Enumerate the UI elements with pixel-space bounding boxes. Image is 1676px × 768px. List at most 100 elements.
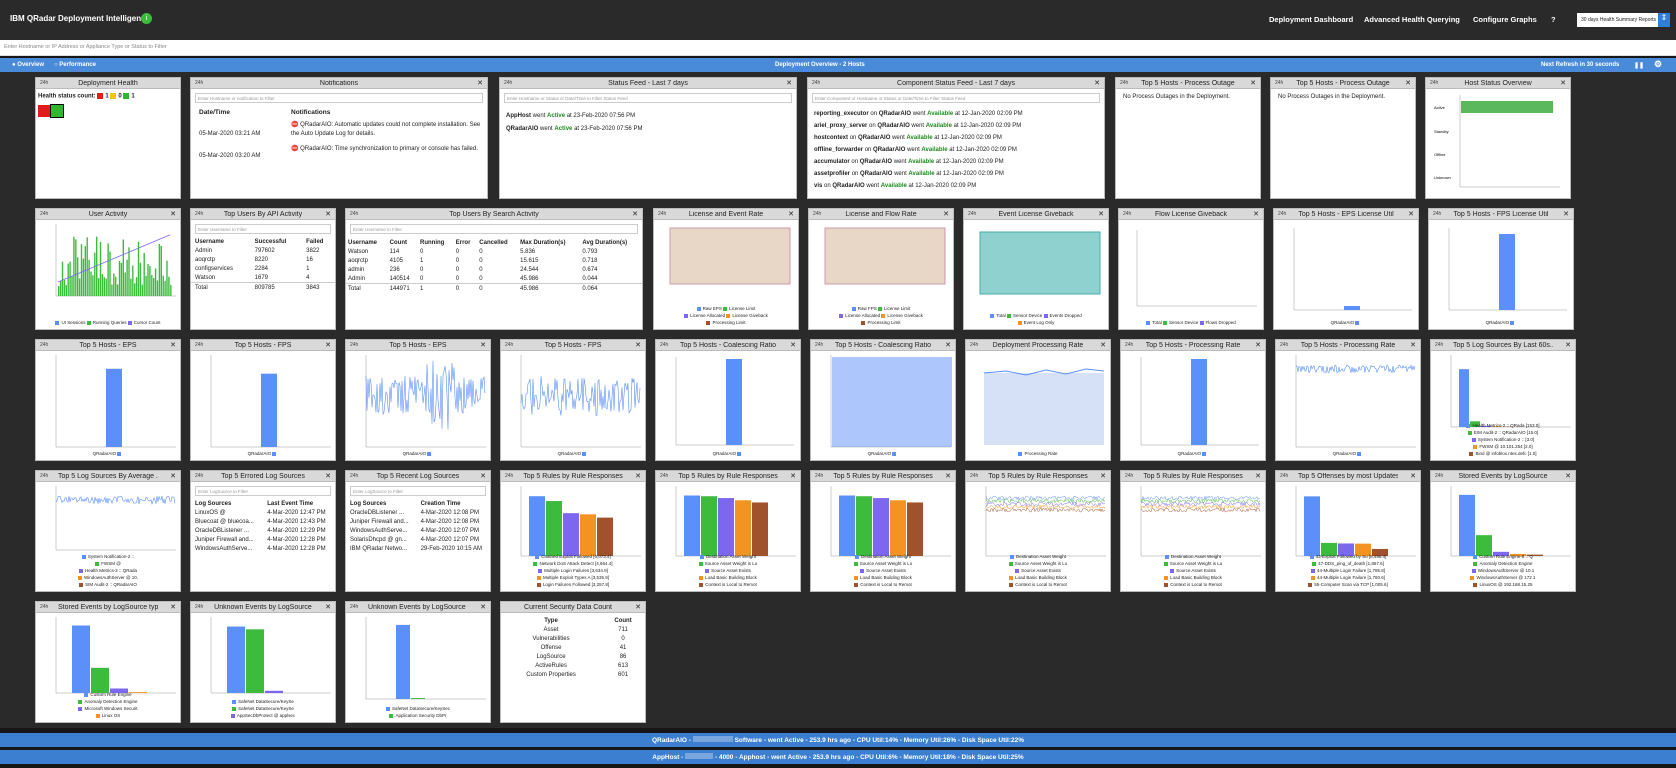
close-icon[interactable]: ✕ [1560,79,1566,87]
close-icon[interactable]: ✕ [325,341,331,349]
widget-unknown-events-type: 24h Unknown Events by LogSource t... ✕ Saf… [345,601,491,723]
close-icon[interactable]: ✕ [170,472,176,480]
nav-configure-graphs[interactable]: Configure Graphs [1473,15,1537,24]
host-health-red[interactable] [38,104,50,117]
host-filter-input[interactable]: Enter Hostname or IP Address or Applianc… [0,40,1676,56]
widget-title: Unknown Events by LogSource [214,603,312,611]
widget-process-outage-1: 24h Top 5 Hosts - Process Outage ✕ No Proc… [1115,77,1261,199]
close-icon[interactable]: ✕ [788,210,794,218]
chart-bar [907,502,923,556]
nav-advanced-health-querying[interactable]: Advanced Health Querying [1364,15,1460,24]
widget-rules-2: 24h Top 5 Rules by Rule Responses ✕ Destin… [655,470,801,592]
widget-title: Top 5 Rules by Rule Responses [678,472,778,480]
notification-filter-input[interactable]: Enter Hostname or notification to Filter [195,93,483,103]
close-icon[interactable]: ✕ [1408,210,1414,218]
recent-filter-input[interactable]: Enter LogSource to Filter [350,486,486,496]
time-range-label: 24h [195,80,204,86]
nav-deployment-dashboard[interactable]: Deployment Dashboard [1269,15,1353,24]
close-icon[interactable]: ✕ [945,472,951,480]
notification-item[interactable]: ⛔ QRadarAIO: Time synchronization to pri… [291,145,481,154]
overview-title: Deployment Overview - 2 Hosts [775,62,865,68]
close-icon[interactable]: ✕ [1253,210,1259,218]
close-icon[interactable]: ✕ [1565,341,1571,349]
close-icon[interactable]: ✕ [790,472,796,480]
host-health-green[interactable] [50,103,64,118]
close-icon[interactable]: ✕ [170,210,176,218]
notification-item[interactable]: ⛔ QRadarAIO: Automatic updates could not… [291,121,481,139]
close-icon[interactable]: ✕ [325,603,331,611]
info-icon[interactable]: i [141,13,152,24]
range-toggle-icon[interactable]: ⇕ [1658,13,1670,27]
chart-bar [1459,494,1475,556]
host-status-bar-qradaraio[interactable]: QRadarAIO - Software - went Active - 253… [0,733,1676,747]
widget-title: Top 5 Hosts - Processing Rate [1300,341,1396,349]
widget-status-feed: 24h Status Feed - Last 7 days ✕ Enter Host… [499,77,797,199]
close-icon[interactable]: ✕ [635,472,641,480]
close-icon[interactable]: ✕ [170,341,176,349]
close-icon[interactable]: ✕ [943,210,949,218]
close-icon[interactable]: ✕ [945,341,951,349]
close-icon[interactable]: ✕ [1410,341,1416,349]
close-icon[interactable]: ✕ [170,603,176,611]
close-icon[interactable]: ✕ [1100,341,1106,349]
table-row: Juniper Firewall and... 4-Mar-2020 12:08 … [350,518,479,525]
search-activity-table: Username Count Running Error Cancelled Max Du… [346,238,642,293]
table-row: WindowsAuthServe... 4-Mar-2020 12:28 PM [195,545,326,552]
component-filter-input[interactable]: Enter Component or Hostname or Status or… [812,93,1100,103]
tab-performance-radio[interactable]: ○ Performance [54,62,96,68]
widget-coalescing-ratio: 24h Top 5 Hosts - Coalescing Ratio ✕ QRada… [655,339,801,461]
widget-title: User Activity [88,210,128,218]
close-icon[interactable]: ✕ [1100,472,1106,480]
close-icon[interactable]: ✕ [1405,79,1411,87]
search-user-filter-input[interactable]: Enter Username to Filter [350,224,638,234]
close-icon[interactable]: ✕ [1563,210,1569,218]
settings-gear-icon[interactable]: ⚙ [1654,59,1662,70]
widget-offenses: 24h Top 5 Offenses by most Updates ✕ 43-Ex… [1275,470,1421,592]
status-feed-filter-input[interactable]: Enter Hostname or Status or Date/Time to… [504,93,792,103]
close-icon[interactable]: ✕ [1094,79,1100,87]
widget-title: Unknown Events by LogSource t... [368,603,468,611]
chart-bar [752,502,768,556]
close-icon[interactable]: ✕ [786,79,792,87]
report-range-select[interactable]: 30 days Health Summary Reports [1577,13,1667,27]
time-range-label: 24h [1280,473,1289,479]
widget-title: Deployment Health [78,79,138,87]
time-range-label: 24h [1430,80,1439,86]
host-status-bar-apphost[interactable]: AppHost - - 4000 - Apphost - went Active… [0,750,1676,764]
widget-title: Top 5 Offenses by most Updates [1298,472,1398,480]
close-icon[interactable]: ✕ [480,341,486,349]
widget-title: Top 5 Hosts - Processing Rate [1145,341,1241,349]
close-icon[interactable]: ✕ [477,79,483,87]
widget-recent-log-sources: 24h Top 5 Recent Log Sources ✕ Enter LogSo… [345,470,491,592]
close-icon[interactable]: ✕ [1255,341,1261,349]
close-icon[interactable]: ✕ [1250,79,1256,87]
close-icon[interactable]: ✕ [480,472,486,480]
close-icon[interactable]: ✕ [1565,472,1571,480]
help-icon[interactable]: ? [1551,15,1556,24]
time-range-label: 24h [1435,473,1444,479]
errored-filter-input[interactable]: Enter LogSource to Filter [195,486,331,496]
pause-icon[interactable]: ❚❚ [1634,62,1644,69]
chart-bar [261,373,277,447]
close-icon[interactable]: ✕ [632,210,638,218]
close-icon[interactable]: ✕ [325,210,331,218]
close-icon[interactable]: ✕ [480,603,486,611]
time-range-label: 24h [1280,342,1289,348]
close-icon[interactable]: ✕ [1098,210,1104,218]
widget-processing-rate-line: 24h Top 5 Hosts - Processing Rate ✕ QRadar… [1275,339,1421,461]
tab-overview-radio[interactable]: ● Overview [12,62,44,68]
close-icon[interactable]: ✕ [1255,472,1261,480]
time-range-label: 24h [195,211,204,217]
close-icon[interactable]: ✕ [1410,472,1416,480]
table-row: IBM QRadar Netwo... 29-Feb-2020 10:15 AM [350,545,482,552]
time-range-label: 24h [1123,211,1132,217]
component-feed-item: ariel_proxy_server on QRadarAIO went Ava… [814,123,1022,129]
close-icon[interactable]: ✕ [635,341,641,349]
api-user-filter-input[interactable]: Enter Username to Filter [195,224,331,234]
close-icon[interactable]: ✕ [325,472,331,480]
component-feed-item: assetprofiler on QRadarAIO went Availabl… [814,171,1004,177]
close-icon[interactable]: ✕ [790,341,796,349]
table-row: configservices 2284 1 [195,265,310,272]
widget-title: Top 5 Hosts - Coalescing Ratio [834,341,932,349]
close-icon[interactable]: ✕ [635,603,641,611]
